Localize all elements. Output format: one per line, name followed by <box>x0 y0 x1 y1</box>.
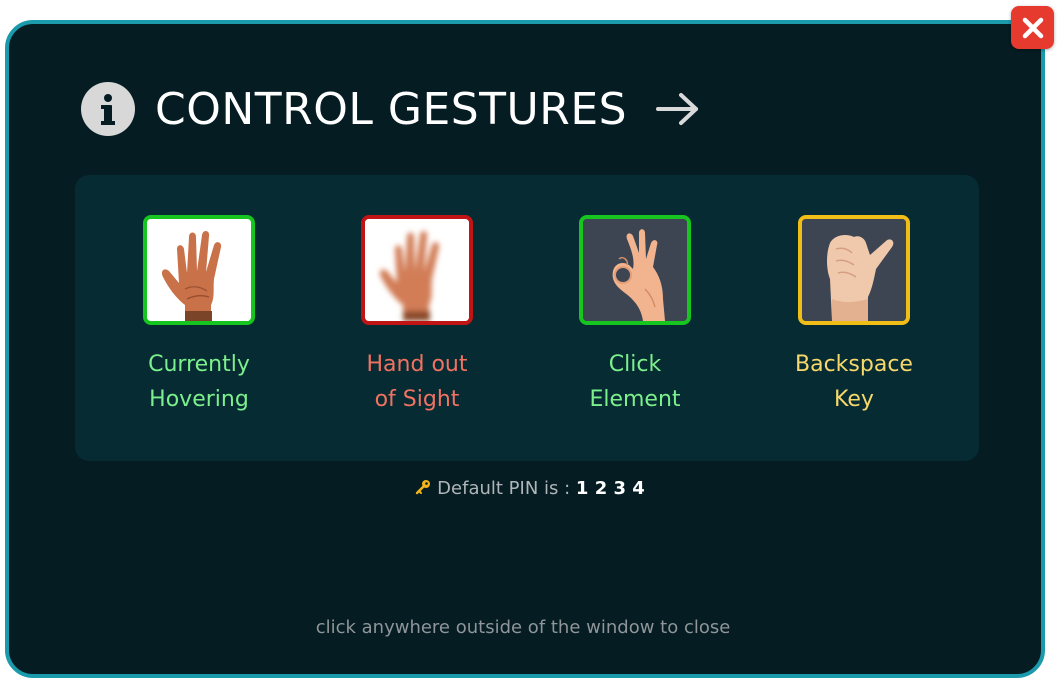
gesture-backspace-key: Backspace Key <box>764 215 944 417</box>
gesture-label: Currently Hovering <box>148 347 250 417</box>
arrow-right-icon[interactable] <box>655 92 701 126</box>
page-title: CONTROL GESTURES <box>155 83 628 135</box>
default-pin-label: Default PIN is : <box>437 478 571 499</box>
gestures-modal: CONTROL GESTURES Currently Hovering Hand… <box>5 20 1045 678</box>
gesture-label-line-1: Currently <box>148 352 250 377</box>
blurred-open-palm-hand-icon <box>365 219 469 321</box>
gesture-label: Hand out of Sight <box>367 347 468 417</box>
default-pin-value: 1 2 3 4 <box>575 478 645 499</box>
gesture-label-line-1: Hand out <box>366 352 468 377</box>
open-palm-hand-icon <box>147 219 251 321</box>
gesture-image-frame <box>143 215 255 325</box>
gesture-label-line-1: Click <box>608 352 662 377</box>
key-icon <box>415 479 431 500</box>
gesture-currently-hovering: Currently Hovering <box>109 215 289 417</box>
gesture-image-frame <box>361 215 473 325</box>
gesture-label-line-2: Hovering <box>149 387 249 412</box>
gesture-hand-out-of-sight: Hand out of Sight <box>327 215 507 417</box>
info-icon <box>81 82 135 136</box>
close-button[interactable] <box>1011 6 1054 49</box>
gesture-label: Backspace Key <box>795 347 913 417</box>
gesture-click-element: Click Element <box>545 215 725 417</box>
thumb-point-hand-icon <box>802 219 906 321</box>
ok-sign-hand-icon <box>583 219 687 321</box>
close-hint: click anywhere outside of the window to … <box>315 617 731 638</box>
gesture-label-line-2: Element <box>589 387 681 412</box>
modal-header: CONTROL GESTURES <box>81 81 701 137</box>
gesture-label: Click Element <box>589 347 680 417</box>
gesture-label-line-2: of Sight <box>374 387 460 412</box>
gestures-panel: Currently Hovering Hand out of Sight Cli… <box>75 175 979 461</box>
gesture-label-line-1: Backspace <box>795 352 913 377</box>
gesture-image-frame <box>579 215 691 325</box>
gesture-label-line-2: Key <box>834 387 874 412</box>
close-icon <box>1022 17 1043 38</box>
default-pin-line: Default PIN is : 1 2 3 4 <box>0 478 1060 500</box>
gesture-image-frame <box>798 215 910 325</box>
